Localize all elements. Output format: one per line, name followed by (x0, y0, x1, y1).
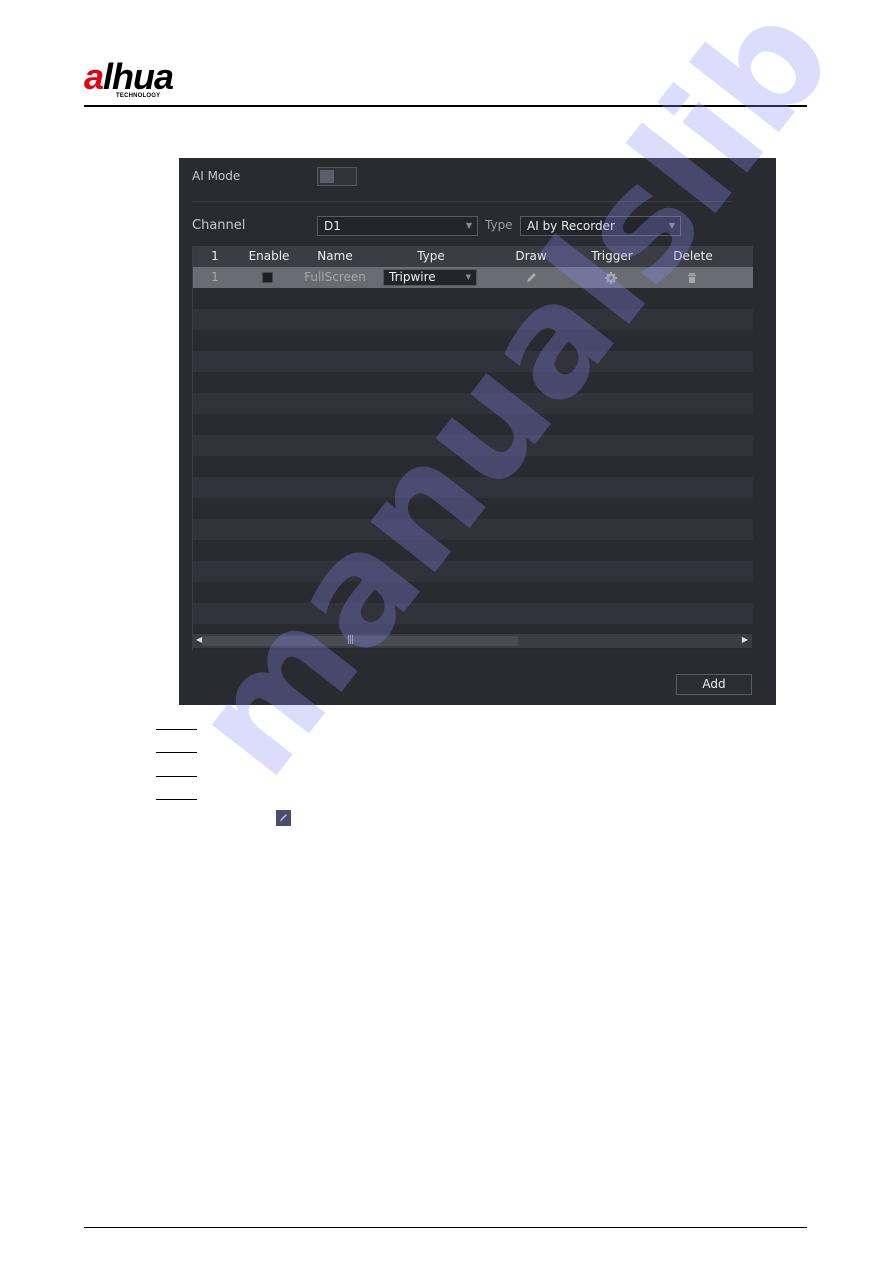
empty-row (193, 435, 753, 456)
empty-row (193, 456, 753, 477)
channel-select[interactable]: D1 ▼ (317, 216, 478, 236)
enable-checkbox[interactable] (262, 272, 273, 283)
row-name: FullScreen (304, 270, 366, 284)
draw-pencil-icon (276, 810, 291, 826)
col-index: 1 (211, 249, 219, 263)
empty-row (193, 330, 753, 351)
gear-icon[interactable] (604, 271, 618, 285)
row-type-value: Tripwire (389, 270, 436, 284)
empty-row (193, 309, 753, 330)
pencil-icon[interactable] (524, 271, 538, 285)
dahua-logo: alhua TECHNOLOGY (84, 56, 204, 104)
step-marker (156, 729, 197, 730)
empty-row (193, 582, 753, 603)
empty-row (193, 372, 753, 393)
step-marker (156, 799, 197, 800)
empty-row (193, 561, 753, 582)
logo-text: lhua (103, 56, 174, 97)
chevron-down-icon: ▼ (465, 273, 471, 281)
row-index: 1 (211, 270, 219, 284)
type-value: AI by Recorder (527, 219, 615, 233)
chevron-down-icon: ▼ (465, 221, 472, 230)
type-label: Type (485, 218, 513, 232)
empty-row (193, 414, 753, 435)
step-marker (156, 752, 197, 753)
chevron-down-icon: ▼ (668, 221, 675, 230)
empty-row (193, 498, 753, 519)
ai-mode-label: AI Mode (192, 169, 241, 183)
empty-row (193, 540, 753, 561)
channel-label: Channel (192, 218, 246, 233)
col-enable: Enable (248, 249, 290, 263)
empty-row (193, 477, 753, 498)
empty-row (193, 603, 753, 624)
empty-row (193, 351, 753, 372)
toggle-knob (320, 170, 334, 183)
logo-mark: a (84, 56, 104, 97)
col-delete: Delete (673, 249, 713, 263)
row-type-select[interactable]: Tripwire ▼ (383, 269, 477, 286)
header-rule (84, 105, 807, 107)
rule-table: 1 Enable Name Type Draw Trigger Delete 1… (192, 246, 753, 650)
col-draw: Draw (515, 249, 547, 263)
empty-row (193, 288, 753, 309)
step-marker (156, 776, 197, 777)
channel-value: D1 (324, 219, 341, 233)
col-trigger: Trigger (591, 249, 633, 263)
add-button[interactable]: Add (676, 674, 752, 695)
type-select[interactable]: AI by Recorder ▼ (520, 216, 681, 236)
smart-plan-panel: AI Mode Channel D1 ▼ Type AI by Recorder… (179, 158, 776, 705)
divider (192, 201, 732, 202)
scrollbar-thumb[interactable] (202, 636, 518, 646)
col-type: Type (417, 249, 445, 263)
scroll-right-icon[interactable]: ▶ (742, 635, 748, 644)
table-row[interactable]: 1 FullScreen Tripwire ▼ (193, 267, 753, 288)
table-header: 1 Enable Name Type Draw Trigger Delete (193, 246, 753, 267)
logo-subtitle: TECHNOLOGY (116, 93, 161, 99)
ai-mode-toggle[interactable] (317, 167, 357, 186)
empty-row (193, 393, 753, 414)
scrollbar-grip-icon: ||| (347, 635, 354, 645)
footer-rule (84, 1227, 807, 1228)
empty-row (193, 519, 753, 540)
horizontal-scrollbar[interactable]: ◀ ||| ▶ (192, 634, 752, 648)
trash-icon[interactable] (685, 271, 699, 285)
col-name: Name (317, 249, 353, 263)
